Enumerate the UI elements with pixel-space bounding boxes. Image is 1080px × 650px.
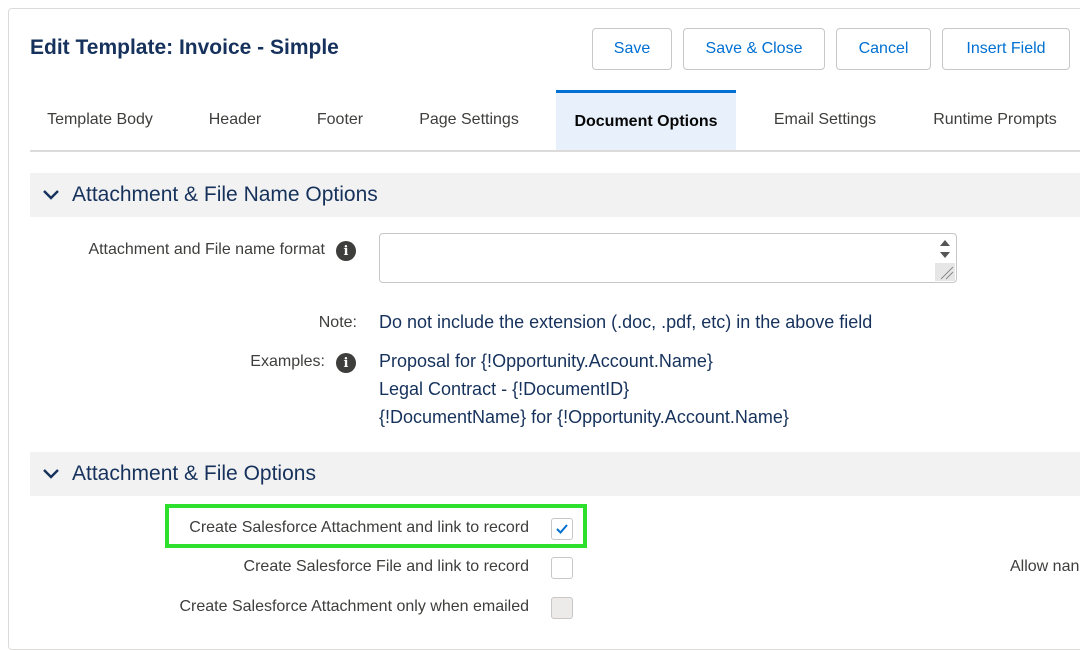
example-line: Proposal for {!Opportunity.Account.Name} bbox=[379, 351, 713, 371]
file-link-checkbox[interactable] bbox=[551, 557, 573, 579]
note-label: Note: bbox=[318, 314, 357, 331]
resize-handle-icon[interactable] bbox=[935, 263, 955, 281]
checkmark-icon bbox=[556, 524, 568, 534]
insert-field-button[interactable]: Insert Field bbox=[942, 28, 1070, 70]
option-label-emailed: Create Salesforce Attachment only when e… bbox=[179, 598, 529, 615]
examples-label: Examples: bbox=[250, 353, 325, 370]
tab-template-body[interactable]: Template Body bbox=[30, 90, 170, 150]
format-label: Attachment and File name format bbox=[88, 241, 325, 258]
allow-name-label: Allow nan bbox=[1010, 558, 1080, 575]
page-title: Edit Template: Invoice - Simple bbox=[30, 36, 339, 59]
spinner-arrows-icon[interactable] bbox=[939, 238, 951, 260]
save-close-button[interactable]: Save & Close bbox=[683, 28, 825, 70]
file-name-format-input[interactable] bbox=[379, 233, 957, 283]
example-line: {!DocumentName} for {!Opportunity.Accoun… bbox=[379, 407, 789, 427]
note-text: Do not include the extension (.doc, .pdf… bbox=[379, 312, 873, 332]
option-label-file: Create Salesforce File and link to recor… bbox=[243, 558, 529, 575]
section-header-file-name-options[interactable]: Attachment & File Name Options bbox=[30, 173, 1080, 217]
tab-page-settings[interactable]: Page Settings bbox=[405, 90, 533, 150]
info-icon[interactable]: i bbox=[336, 353, 356, 373]
tab-document-options[interactable]: Document Options bbox=[556, 90, 736, 150]
attachment-emailed-checkbox[interactable] bbox=[551, 597, 573, 619]
option-label-attachment: Create Salesforce Attachment and link to… bbox=[189, 519, 529, 536]
tab-bar: Template Body Header Footer Page Setting… bbox=[30, 90, 1080, 152]
tab-email-settings[interactable]: Email Settings bbox=[760, 90, 890, 150]
chevron-down-icon bbox=[30, 452, 72, 496]
attachment-link-checkbox[interactable] bbox=[551, 518, 573, 540]
tab-header[interactable]: Header bbox=[190, 90, 280, 150]
chevron-down-icon bbox=[30, 173, 72, 217]
example-line: Legal Contract - {!DocumentID} bbox=[379, 379, 630, 399]
tab-runtime-prompts[interactable]: Runtime Prompts bbox=[920, 90, 1070, 150]
tab-footer[interactable]: Footer bbox=[300, 90, 380, 150]
save-button[interactable]: Save bbox=[592, 28, 672, 70]
section-header-file-options[interactable]: Attachment & File Options bbox=[30, 452, 1080, 496]
section-title: Attachment & File Options bbox=[72, 462, 316, 485]
section-title: Attachment & File Name Options bbox=[72, 183, 378, 206]
cancel-button[interactable]: Cancel bbox=[836, 28, 931, 70]
info-icon[interactable]: i bbox=[336, 241, 356, 261]
